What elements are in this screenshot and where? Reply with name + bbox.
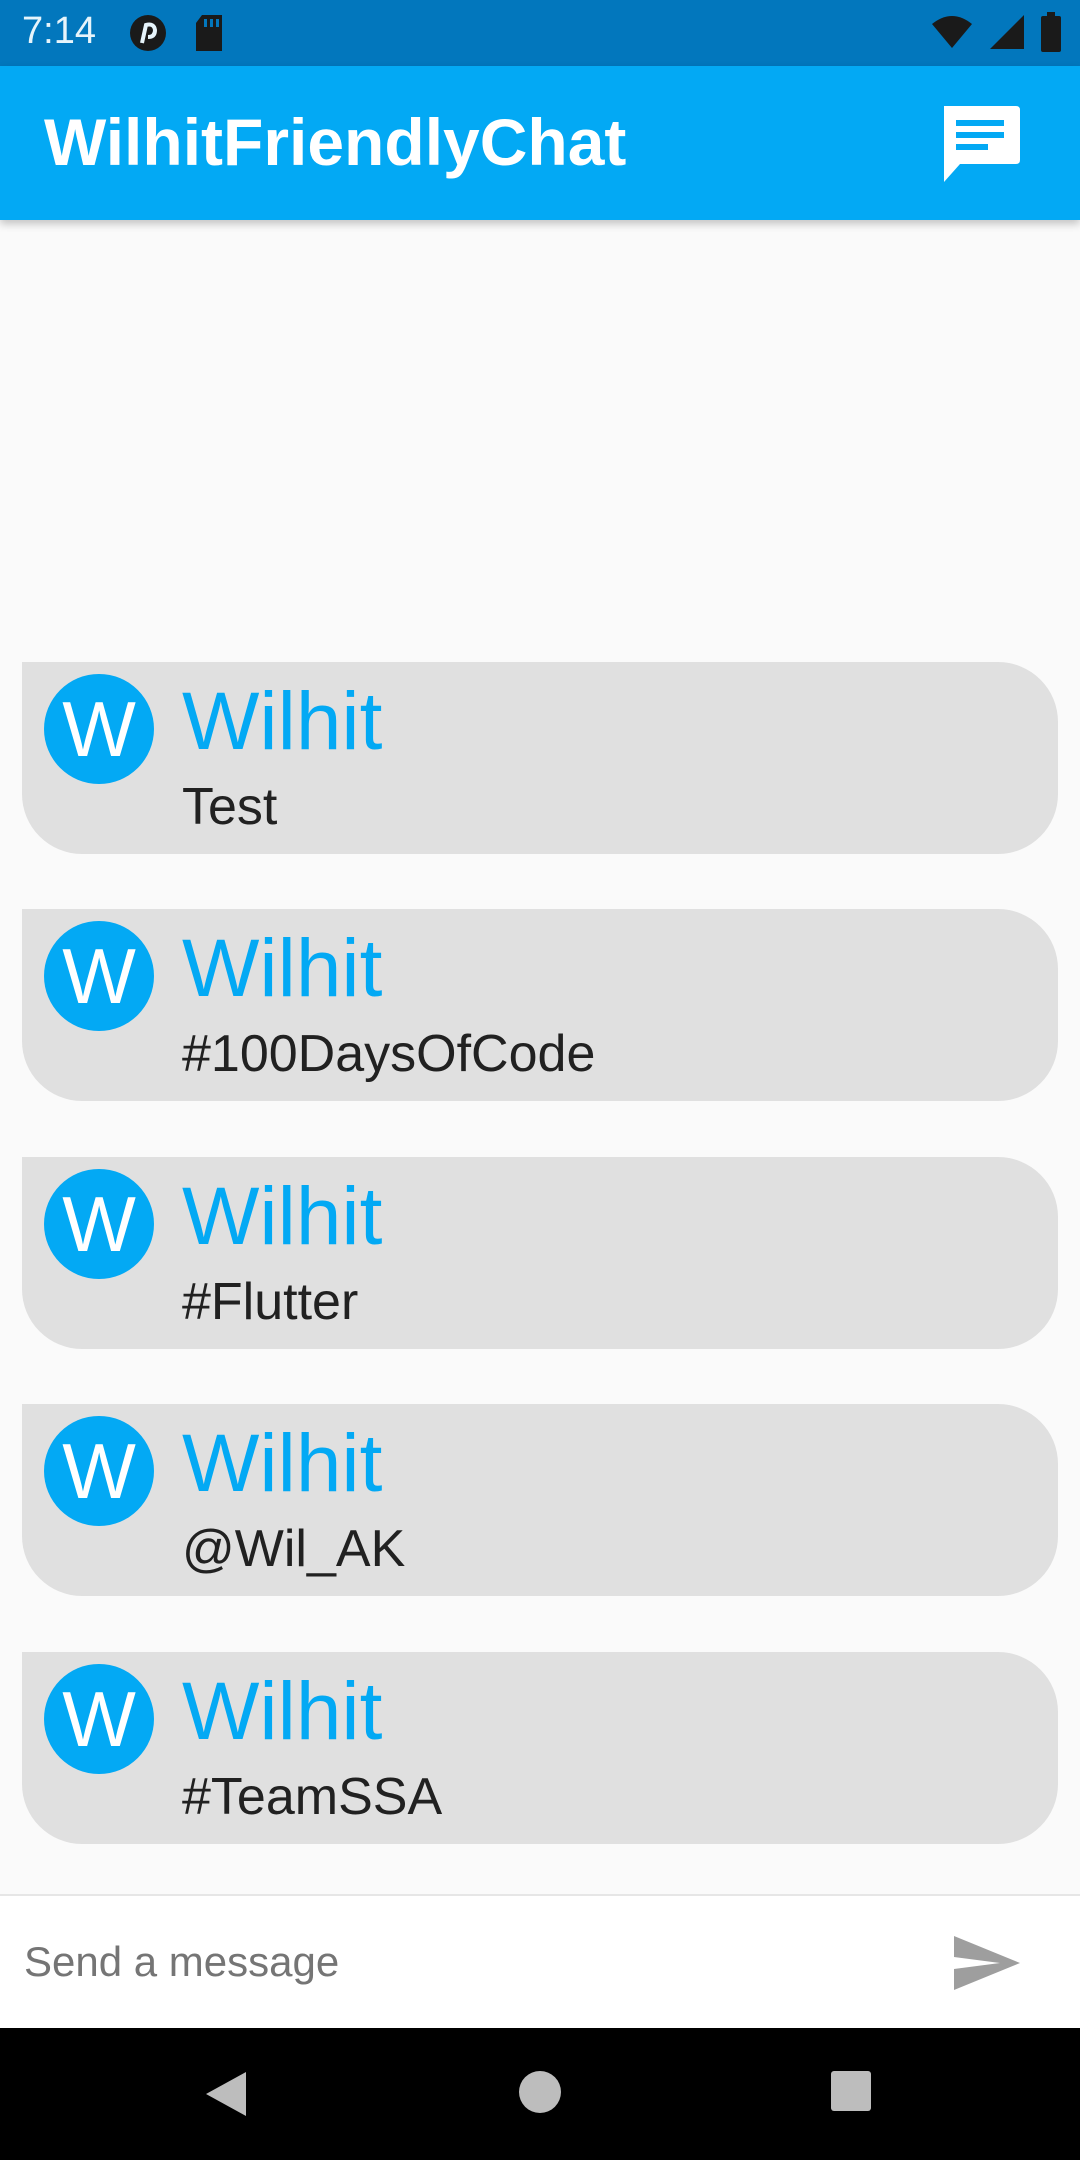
message-card: W Wilhit Test [22,662,1058,854]
pinterest-icon [130,15,166,51]
message-text: #Flutter [182,1273,359,1331]
message-text: Test [182,778,278,836]
avatar: W [44,1169,154,1279]
message-composer [0,1894,1080,2030]
home-icon[interactable] [518,2070,562,2114]
wifi-icon [932,16,972,48]
message-list[interactable]: W Wilhit Test W Wilhit #100DaysOfCode W … [0,220,1080,1894]
message-text: #100DaysOfCode [182,1025,596,1083]
avatar: W [44,921,154,1031]
chat-icon[interactable] [938,102,1022,186]
app-title: WilhitFriendlyChat [44,105,627,179]
avatar: W [44,674,154,784]
message-text: @Wil_AK [182,1520,406,1578]
send-icon[interactable] [952,1932,1022,1994]
avatar: W [44,1416,154,1526]
status-notification-icons [128,13,224,53]
message-sender: Wilhit [182,676,383,767]
status-system-icons [930,12,1062,52]
message-card: W Wilhit #100DaysOfCode [22,909,1058,1101]
message-sender: Wilhit [182,1171,383,1262]
recents-icon[interactable] [830,2070,872,2112]
message-card: W Wilhit #Flutter [22,1157,1058,1349]
battery-icon [1041,12,1061,52]
message-card: W Wilhit @Wil_AK [22,1404,1058,1596]
back-icon[interactable] [204,2070,248,2118]
avatar: W [44,1664,154,1774]
signal-icon [990,15,1024,49]
status-bar: 7:14 [0,0,1080,66]
navigation-bar [0,2028,1080,2160]
message-sender: Wilhit [182,1418,383,1509]
sd-card-icon [196,15,222,51]
app-bar: WilhitFriendlyChat [0,66,1080,220]
message-sender: Wilhit [182,1666,383,1757]
status-time: 7:14 [22,10,96,52]
message-sender: Wilhit [182,923,383,1014]
message-input[interactable] [22,1926,886,1998]
message-text: #TeamSSA [182,1768,443,1826]
message-card: W Wilhit #TeamSSA [22,1652,1058,1844]
